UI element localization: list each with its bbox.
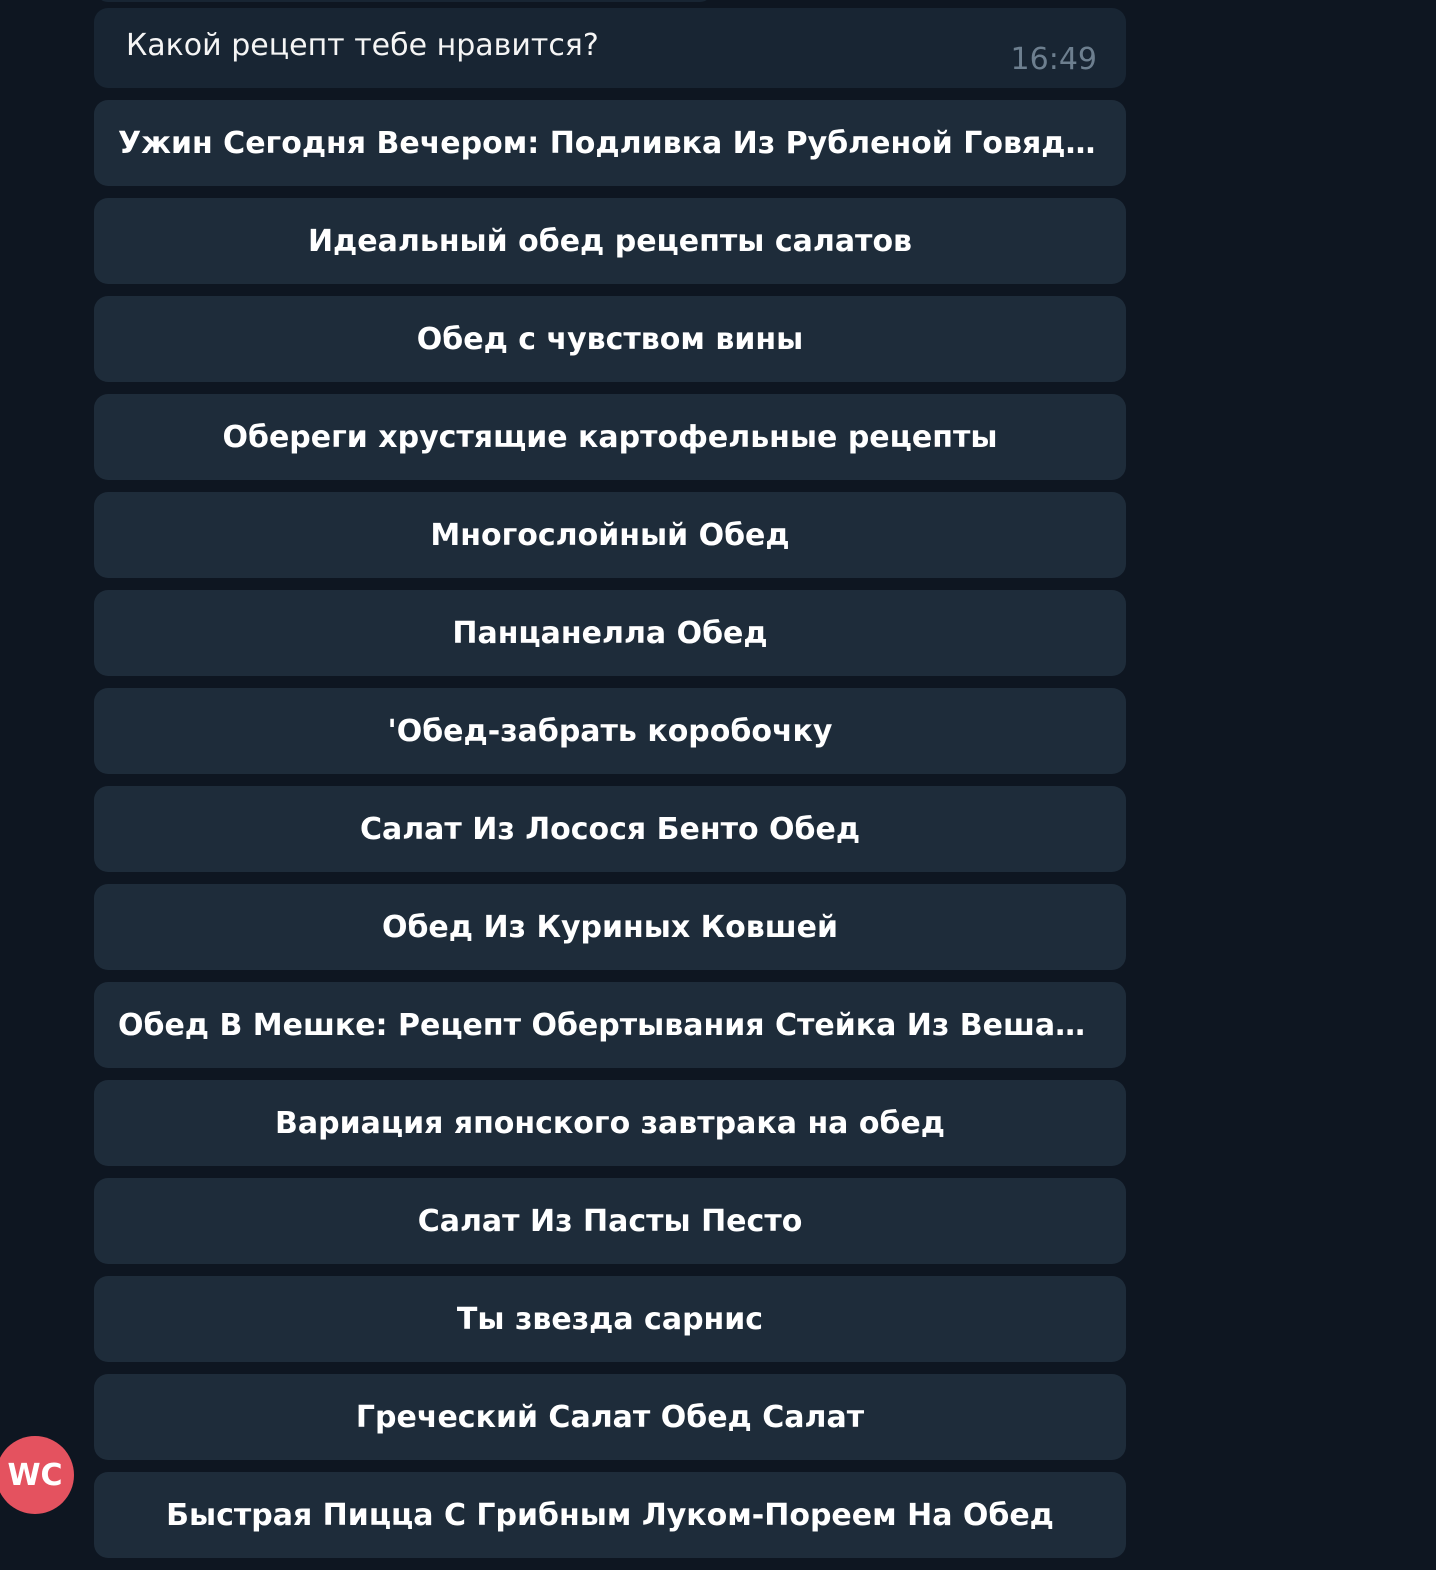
keyboard-button-label: Салат Из Пасты Песто <box>417 1203 803 1239</box>
keyboard-button-label: Многослойный Обед <box>430 517 790 553</box>
keyboard-button-label: Обереги хрустящие картофельные рецепты <box>222 419 998 455</box>
keyboard-button-recipe-15[interactable]: Быстрая Пицца С Грибным Луком-Пореем На … <box>94 1472 1126 1558</box>
keyboard-button-label: Вариация японского завтрака на обед <box>275 1105 945 1141</box>
keyboard-button-label: Греческий Салат Обед Салат <box>355 1399 865 1435</box>
keyboard-button-recipe-9[interactable]: Обед Из Куриных Ковшей <box>94 884 1126 970</box>
keyboard-button-recipe-14[interactable]: Греческий Салат Обед Салат <box>94 1374 1126 1460</box>
keyboard-button-recipe-1[interactable]: Ужин Сегодня Вечером: Подливка Из Рублен… <box>94 100 1126 186</box>
sender-avatar[interactable]: WC <box>0 1436 74 1514</box>
keyboard-button-recipe-11[interactable]: Вариация японского завтрака на обед <box>94 1080 1126 1166</box>
keyboard-button-label: Панцанелла Обед <box>452 615 768 651</box>
keyboard-button-label: Обед с чувством вины <box>416 321 804 357</box>
keyboard-button-recipe-5[interactable]: Многослойный Обед <box>94 492 1126 578</box>
keyboard-button-label: Обед Из Куриных Ковшей <box>381 909 839 945</box>
inline-keyboard: Ужин Сегодня Вечером: Подливка Из Рублен… <box>94 100 1126 1570</box>
keyboard-button-recipe-10[interactable]: Обед В Мешке: Рецепт Обертывания Стейка … <box>94 982 1126 1068</box>
keyboard-button-recipe-2[interactable]: Идеальный обед рецепты салатов <box>94 198 1126 284</box>
message-text: Какой рецепт тебе нравится? <box>126 28 599 63</box>
keyboard-button-recipe-8[interactable]: Салат Из Лосося Бенто Обед <box>94 786 1126 872</box>
keyboard-button-label: Ужин Сегодня Вечером: Подливка Из Рублен… <box>118 125 1102 161</box>
keyboard-button-recipe-6[interactable]: Панцанелла Обед <box>94 590 1126 676</box>
keyboard-button-recipe-3[interactable]: Обед с чувством вины <box>94 296 1126 382</box>
keyboard-button-label: 'Обед-забрать коробочку <box>387 713 833 749</box>
message-timestamp: 16:49 <box>1010 42 1097 77</box>
bot-message-bubble: Какой рецепт тебе нравится? 16:49 <box>94 8 1126 88</box>
keyboard-button-label: Обед В Мешке: Рецепт Обертывания Стейка … <box>118 1007 1102 1043</box>
keyboard-button-label: Идеальный обед рецепты салатов <box>307 223 913 259</box>
previous-message-bubble-edge <box>96 0 712 2</box>
keyboard-button-recipe-4[interactable]: Обереги хрустящие картофельные рецепты <box>94 394 1126 480</box>
keyboard-button-recipe-12[interactable]: Салат Из Пасты Песто <box>94 1178 1126 1264</box>
keyboard-button-label: Ты звезда сарнис <box>456 1301 764 1337</box>
keyboard-button-recipe-13[interactable]: Ты звезда сарнис <box>94 1276 1126 1362</box>
keyboard-button-recipe-7[interactable]: 'Обед-забрать коробочку <box>94 688 1126 774</box>
keyboard-button-label: Салат Из Лосося Бенто Обед <box>359 811 861 847</box>
keyboard-button-label: Быстрая Пицца С Грибным Луком-Пореем На … <box>166 1497 1054 1533</box>
